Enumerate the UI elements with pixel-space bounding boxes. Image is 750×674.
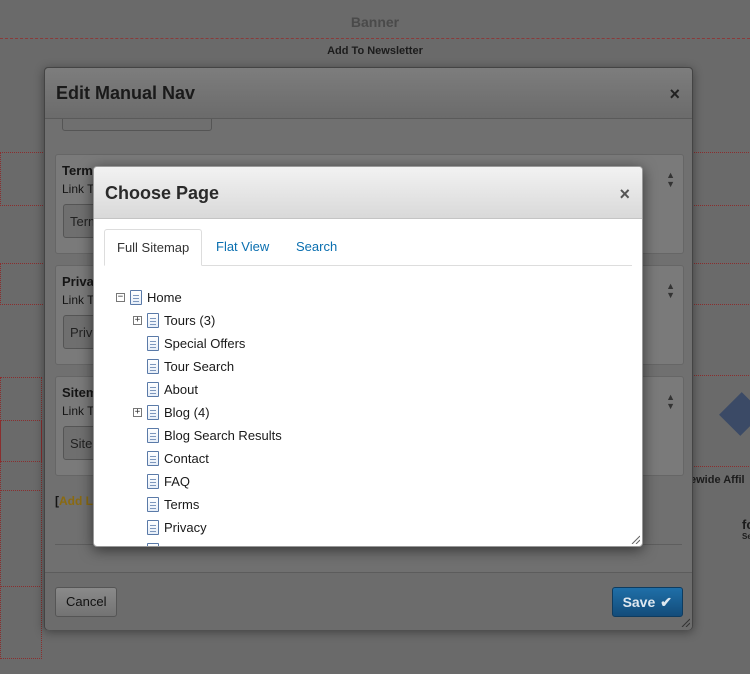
tree-item[interactable]: − Home <box>94 288 634 308</box>
tree-item[interactable]: Contact <box>94 449 634 469</box>
nav-item-title: Priva <box>62 274 94 289</box>
check-icon: ✔ <box>660 594 672 610</box>
expand-icon[interactable]: + <box>133 408 142 417</box>
modal-title: Edit Manual Nav <box>56 83 196 103</box>
page-icon <box>147 336 159 351</box>
page-icon <box>147 405 159 420</box>
tree-item[interactable]: + Blog (4) <box>94 403 634 423</box>
bg-section-box <box>0 490 42 587</box>
tree-item-label[interactable]: FAQ <box>164 472 190 492</box>
choose-page-modal: Choose Page × Full Sitemap Flat View Sea… <box>93 166 643 547</box>
tree-item[interactable]: FAQ <box>94 472 634 492</box>
close-icon[interactable]: × <box>669 85 680 103</box>
tab-bar: Full Sitemap Flat View Search <box>104 229 632 266</box>
add-link-button[interactable]: [Add L <box>55 494 93 508</box>
collapse-icon[interactable]: − <box>116 293 125 302</box>
side-text: fo <box>742 517 750 532</box>
newsletter-label: Add To Newsletter <box>327 45 423 57</box>
tree-item[interactable]: Privacy <box>94 518 634 538</box>
text-field[interactable] <box>62 119 212 131</box>
nav-item-input-value: Priv <box>70 325 93 340</box>
tree-item[interactable]: Terms <box>94 495 634 515</box>
tree-item-label[interactable]: Blog (4) <box>164 403 210 423</box>
resize-handle-icon[interactable] <box>680 617 690 627</box>
tree-item-label[interactable]: Tour Search <box>164 357 234 377</box>
nav-item-title: Term <box>62 163 93 178</box>
tree-item[interactable]: Special Offers <box>94 334 634 354</box>
tab-flat-view[interactable]: Flat View <box>204 229 281 264</box>
page-icon <box>147 313 159 328</box>
tree-item-label[interactable]: Tours (3) <box>164 311 215 331</box>
affiliate-text: ewide Affil <box>690 474 745 486</box>
close-icon[interactable]: × <box>619 185 630 203</box>
cancel-button[interactable]: Cancel <box>55 587 118 617</box>
modal-header: Choose Page × <box>94 167 642 219</box>
bg-section-box <box>0 420 42 462</box>
tree-item-label[interactable]: Home <box>147 288 182 308</box>
banner-label: Banner <box>350 14 400 30</box>
side-text: Se <box>742 532 750 541</box>
tree-item-label[interactable]: Terms <box>164 495 199 515</box>
page-icon <box>147 382 159 397</box>
page-icon <box>147 497 159 512</box>
tree-item[interactable]: + Tours (3) <box>94 311 634 331</box>
modal-footer: Cancel Save ✔ <box>45 572 692 630</box>
tree-item-label[interactable]: Privacy <box>164 518 207 538</box>
tree-item-label[interactable]: Blog Search Results <box>164 426 282 446</box>
tree-item-label[interactable]: About <box>164 380 198 400</box>
tree-item-label[interactable]: Contact <box>164 449 209 469</box>
nav-item-link-label: Link T <box>62 182 95 196</box>
nav-item-link-label: Link T <box>62 293 95 307</box>
nav-item-link-label: Link T <box>62 404 95 418</box>
page-icon <box>147 451 159 466</box>
modal-title: Choose Page <box>105 183 220 203</box>
tree-item[interactable]: Blog Search Results <box>94 426 634 446</box>
expand-icon[interactable]: + <box>133 316 142 325</box>
page-icon <box>130 290 142 305</box>
page-icon <box>147 428 159 443</box>
page-icon <box>147 520 159 535</box>
tab-full-sitemap[interactable]: Full Sitemap <box>104 229 203 266</box>
resize-handle-icon[interactable] <box>630 534 640 544</box>
tab-search[interactable]: Search <box>284 229 349 264</box>
modal-header: Edit Manual Nav × <box>45 68 692 119</box>
reorder-handle-icon[interactable]: ▲ ▼ <box>666 282 675 300</box>
tree-item[interactable]: About <box>94 380 634 400</box>
reorder-handle-icon[interactable]: ▲ ▼ <box>666 171 675 189</box>
sitemap-tree: − Home + Tours (3) Special Offers Tour Search… <box>94 277 642 546</box>
save-label: Save <box>622 594 656 610</box>
tree-item-label[interactable]: Special Offers <box>164 334 245 354</box>
page-icon <box>147 543 159 546</box>
add-link-label: Add L <box>59 494 93 508</box>
page-icon <box>147 359 159 374</box>
page-icon <box>147 474 159 489</box>
nav-item-input-value: Site <box>70 436 93 451</box>
tree-item[interactable]: Tour Search <box>94 357 634 377</box>
save-button[interactable]: Save ✔ <box>611 587 683 617</box>
reorder-handle-icon[interactable]: ▲ ▼ <box>666 393 675 411</box>
